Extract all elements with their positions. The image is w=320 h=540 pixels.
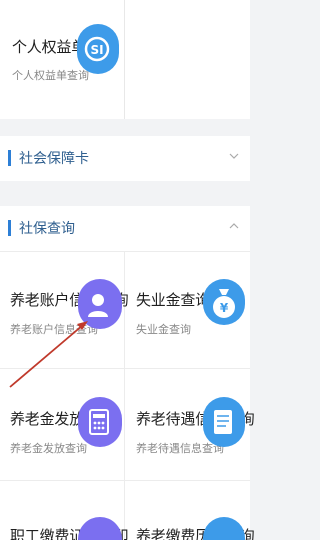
section-social-security-card[interactable]: 社会保障卡: [0, 136, 250, 181]
grid-item-subtitle: 养老金发放查询: [10, 442, 87, 455]
divider: [124, 0, 125, 119]
section-marker: [8, 220, 11, 236]
svg-text:¥: ¥: [220, 301, 229, 315]
grid-item-subtitle: 失业金查询: [136, 323, 191, 336]
section-label: 社会保障卡: [19, 151, 89, 167]
section-social-insurance-query[interactable]: 社保查询: [0, 206, 250, 251]
svg-text:SI: SI: [90, 43, 103, 57]
certificate-icon: [78, 517, 122, 540]
chevron-up-icon[interactable]: [228, 220, 240, 232]
section-marker: [8, 150, 11, 166]
history-icon: [203, 517, 245, 540]
divider: [0, 368, 250, 369]
personal-rights-card[interactable]: 个人权益单查询 个人权益单查询 SI: [0, 0, 250, 119]
divider: [0, 251, 250, 252]
money-bag-icon: ¥: [203, 279, 245, 325]
section-label: 社保查询: [19, 221, 75, 237]
grid-item-title: 失业金查询: [136, 291, 211, 309]
divider: [0, 480, 250, 481]
chevron-down-icon[interactable]: [228, 150, 240, 162]
si-logo-icon: SI: [77, 24, 119, 74]
person-icon: [78, 279, 122, 329]
document-icon: [203, 397, 245, 447]
query-grid: 养老账户信息查询 养老账户信息查询 失业金查询 失业金查询 ¥ 养老金发放查询 …: [0, 251, 255, 540]
calculator-icon: [78, 397, 122, 447]
